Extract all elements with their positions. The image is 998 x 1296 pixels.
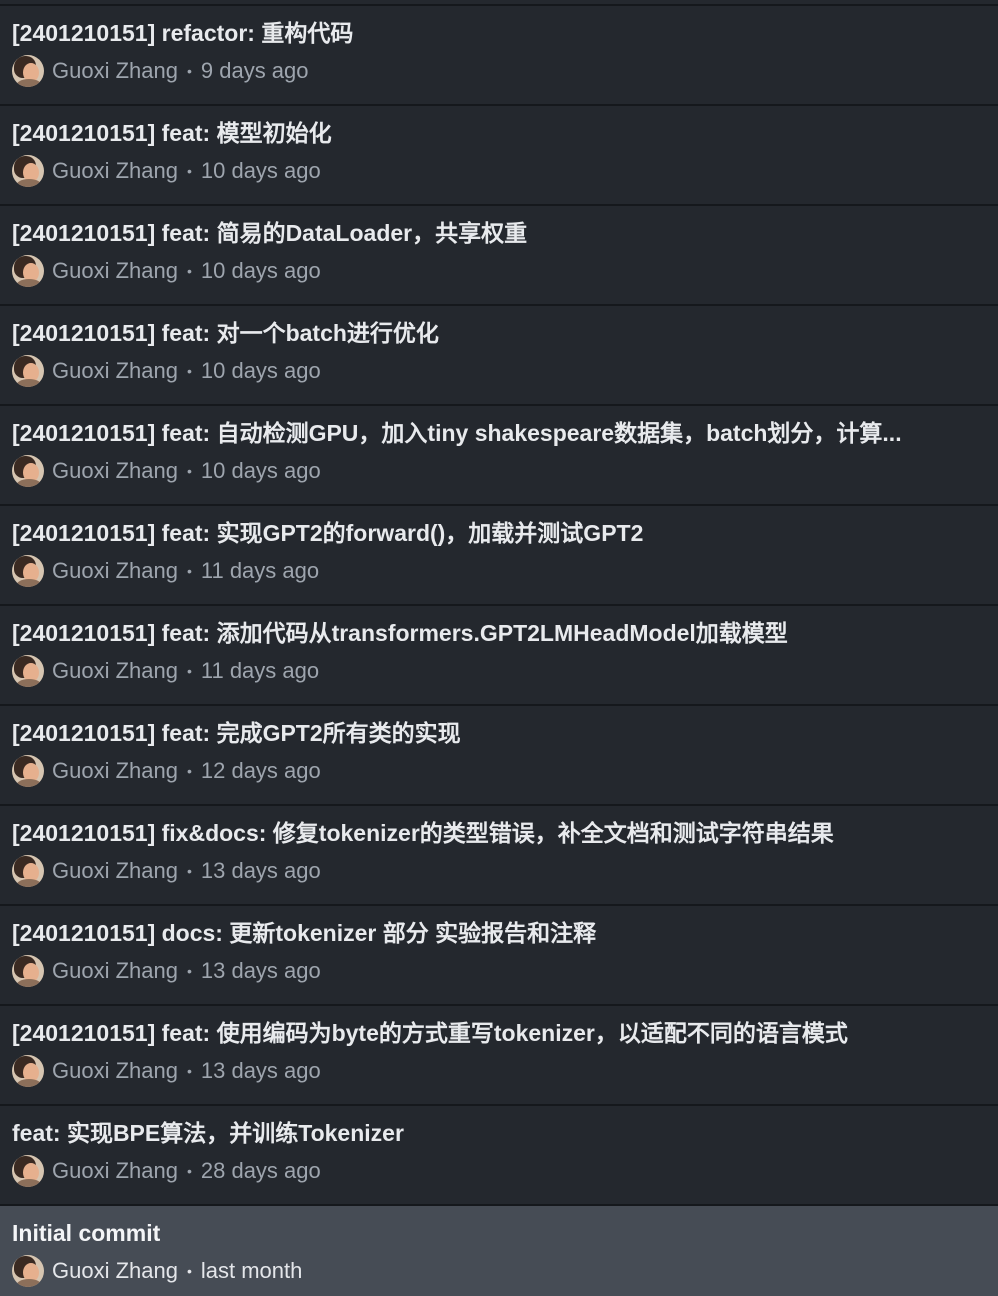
commit-date: 13 days ago bbox=[200, 1058, 321, 1083]
author-avatar-icon bbox=[12, 555, 44, 587]
author-avatar-icon bbox=[12, 1155, 44, 1187]
commit-date: 12 days ago bbox=[200, 758, 321, 783]
author-avatar-icon bbox=[12, 655, 44, 687]
meta-separator: • bbox=[186, 1263, 192, 1279]
author-avatar-icon bbox=[12, 255, 44, 287]
commit-meta: Guoxi Zhang • 10 days ago bbox=[12, 454, 986, 488]
commit-date: 9 days ago bbox=[200, 58, 309, 83]
commit-meta: Guoxi Zhang • 11 days ago bbox=[12, 654, 986, 688]
commit-author: Guoxi Zhang bbox=[52, 358, 178, 383]
commit-title: [2401210151] feat: 添加代码从transformers.GPT… bbox=[12, 620, 788, 646]
commit-title: [2401210151] feat: 自动检测GPU，加入tiny shakes… bbox=[12, 420, 902, 446]
author-avatar-icon bbox=[12, 355, 44, 387]
commit-title: [2401210151] docs: 更新tokenizer 部分 实验报告和注… bbox=[12, 920, 597, 946]
commit-date: 13 days ago bbox=[200, 858, 321, 883]
author-avatar-icon bbox=[12, 955, 44, 987]
commit-meta: Guoxi Zhang • 13 days ago bbox=[12, 1054, 986, 1088]
commit-meta: Guoxi Zhang • 11 days ago bbox=[12, 554, 986, 588]
meta-separator: • bbox=[186, 163, 192, 179]
commit-date: 10 days ago bbox=[200, 458, 321, 483]
commit-row[interactable]: feat: 实现BPE算法，并训练Tokenizer Guoxi Zhang •… bbox=[0, 1106, 998, 1206]
author-avatar-icon bbox=[12, 155, 44, 187]
commit-row[interactable]: [2401210151] feat: 自动检测GPU，加入tiny shakes… bbox=[0, 406, 998, 506]
commit-meta: Guoxi Zhang • 9 days ago bbox=[12, 54, 986, 88]
commit-author: Guoxi Zhang bbox=[52, 658, 178, 683]
meta-separator: • bbox=[186, 463, 192, 479]
commit-date: 11 days ago bbox=[200, 658, 320, 683]
commit-author: Guoxi Zhang bbox=[52, 1158, 178, 1183]
author-avatar-icon bbox=[12, 455, 44, 487]
commit-row[interactable]: [2401210151] feat: 模型初始化 Guoxi Zhang • 1… bbox=[0, 106, 998, 206]
commit-row[interactable]: [2401210151] feat: 对一个batch进行优化 Guoxi Zh… bbox=[0, 306, 998, 406]
commit-meta: Guoxi Zhang • 10 days ago bbox=[12, 154, 986, 188]
author-avatar-icon bbox=[12, 1055, 44, 1087]
author-avatar-icon bbox=[12, 855, 44, 887]
commit-author: Guoxi Zhang bbox=[52, 858, 178, 883]
commit-meta: Guoxi Zhang • last month bbox=[12, 1254, 986, 1288]
commit-author: Guoxi Zhang bbox=[52, 758, 178, 783]
meta-separator: • bbox=[186, 663, 192, 679]
commit-row[interactable]: [2401210151] feat: 使用编码为byte的方式重写tokeniz… bbox=[0, 1006, 998, 1106]
commit-row[interactable]: [2401210151] feat: 完成GPT2所有类的实现 Guoxi Zh… bbox=[0, 706, 998, 806]
meta-separator: • bbox=[186, 263, 192, 279]
commit-author: Guoxi Zhang bbox=[52, 458, 178, 483]
commit-row[interactable]: [2401210151] refactor: 重构代码 Guoxi Zhang … bbox=[0, 6, 998, 106]
commit-meta: Guoxi Zhang • 10 days ago bbox=[12, 354, 986, 388]
commit-title: [2401210151] feat: 完成GPT2所有类的实现 bbox=[12, 720, 461, 746]
commit-title: [2401210151] feat: 模型初始化 bbox=[12, 120, 332, 146]
commit-title: [2401210151] feat: 对一个batch进行优化 bbox=[12, 320, 439, 346]
commit-title: [2401210151] fix&docs: 修复tokenizer的类型错误，… bbox=[12, 820, 834, 846]
meta-separator: • bbox=[186, 63, 192, 79]
commit-author: Guoxi Zhang bbox=[52, 958, 178, 983]
meta-separator: • bbox=[186, 863, 192, 879]
meta-separator: • bbox=[186, 1163, 192, 1179]
author-avatar-icon bbox=[12, 55, 44, 87]
commit-date: 10 days ago bbox=[200, 358, 321, 383]
commit-meta: Guoxi Zhang • 13 days ago bbox=[12, 854, 986, 888]
commit-meta: Guoxi Zhang • 12 days ago bbox=[12, 754, 986, 788]
commit-row[interactable]: [2401210151] docs: 更新tokenizer 部分 实验报告和注… bbox=[0, 906, 998, 1006]
commit-meta: Guoxi Zhang • 13 days ago bbox=[12, 954, 986, 988]
commit-title: [2401210151] refactor: 重构代码 bbox=[12, 20, 354, 46]
commit-date: 13 days ago bbox=[200, 958, 321, 983]
commit-row[interactable]: [2401210151] feat: 添加代码从transformers.GPT… bbox=[0, 606, 998, 706]
meta-separator: • bbox=[186, 963, 192, 979]
meta-separator: • bbox=[186, 1063, 192, 1079]
commit-author: Guoxi Zhang bbox=[52, 258, 178, 283]
commit-meta: Guoxi Zhang • 10 days ago bbox=[12, 254, 986, 288]
commit-date: 10 days ago bbox=[200, 258, 321, 283]
commit-date: 28 days ago bbox=[200, 1158, 321, 1183]
commit-date: 10 days ago bbox=[200, 158, 321, 183]
meta-separator: • bbox=[186, 363, 192, 379]
meta-separator: • bbox=[186, 763, 192, 779]
author-avatar-icon bbox=[12, 755, 44, 787]
commit-meta: Guoxi Zhang • 28 days ago bbox=[12, 1154, 986, 1188]
commit-row-selected[interactable]: Initial commit Guoxi Zhang • last month bbox=[0, 1206, 998, 1296]
commit-row[interactable]: [2401210151] feat: 实现GPT2的forward()，加载并测… bbox=[0, 506, 998, 606]
commit-author: Guoxi Zhang bbox=[52, 158, 178, 183]
commit-title: feat: 实现BPE算法，并训练Tokenizer bbox=[12, 1120, 404, 1146]
commit-author: Guoxi Zhang bbox=[52, 558, 178, 583]
commit-history-list: [2401210151] refactor: 重构代码 Guoxi Zhang … bbox=[0, 0, 998, 1296]
commit-date: 11 days ago bbox=[200, 558, 320, 583]
meta-separator: • bbox=[186, 563, 192, 579]
commit-author: Guoxi Zhang bbox=[52, 1058, 178, 1083]
commit-title: Initial commit bbox=[12, 1220, 161, 1246]
commit-row[interactable]: [2401210151] fix&docs: 修复tokenizer的类型错误，… bbox=[0, 806, 998, 906]
commit-date: last month bbox=[200, 1258, 303, 1283]
commit-title: [2401210151] feat: 实现GPT2的forward()，加载并测… bbox=[12, 520, 644, 546]
commit-author: Guoxi Zhang bbox=[52, 1258, 178, 1283]
commit-title: [2401210151] feat: 简易的DataLoader，共享权重 bbox=[12, 220, 528, 246]
commit-title: [2401210151] feat: 使用编码为byte的方式重写tokeniz… bbox=[12, 1020, 848, 1046]
commit-author: Guoxi Zhang bbox=[52, 58, 178, 83]
author-avatar-icon bbox=[12, 1255, 44, 1287]
commit-row[interactable]: [2401210151] feat: 简易的DataLoader，共享权重 Gu… bbox=[0, 206, 998, 306]
